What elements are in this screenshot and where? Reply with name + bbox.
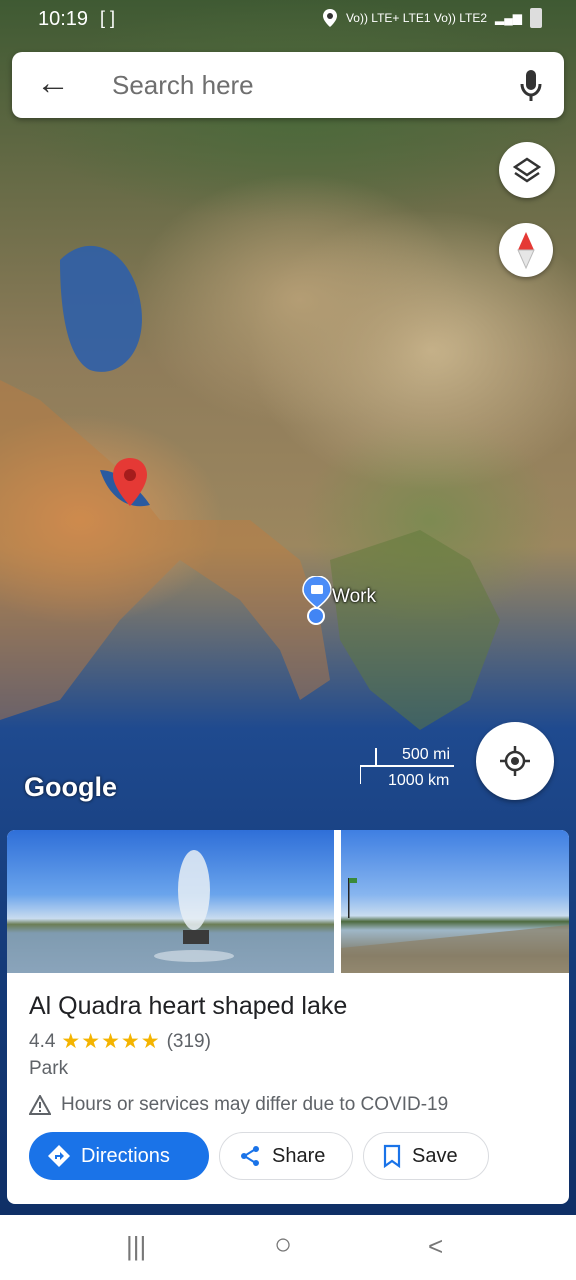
selected-place-pin-icon[interactable] — [112, 457, 148, 507]
lakeshore-photo — [341, 878, 569, 973]
share-label: Share — [272, 1144, 326, 1167]
layers-icon — [513, 157, 541, 183]
compass-button[interactable] — [499, 223, 553, 277]
save-button[interactable]: Save — [363, 1132, 489, 1180]
microphone-icon[interactable] — [518, 68, 544, 104]
save-label: Save — [412, 1144, 458, 1167]
back-button[interactable]: < — [428, 1231, 443, 1262]
layers-button[interactable] — [499, 142, 555, 198]
covid-notice-text: Hours or services may differ due to COVI… — [61, 1094, 449, 1115]
directions-button[interactable]: Directions — [29, 1132, 209, 1180]
scale-km: 1000 km — [388, 772, 450, 789]
warning-icon — [29, 1095, 51, 1115]
signal-text: Vo)) LTE+ LTE1 Vo)) LTE2 — [345, 11, 488, 25]
place-photo-2[interactable] — [341, 830, 569, 973]
work-briefcase-icon — [302, 575, 332, 625]
directions-icon — [48, 1145, 70, 1167]
system-nav-bar: ||| ○ < — [0, 1215, 576, 1280]
battery-icon — [530, 8, 542, 28]
crosshair-icon — [500, 746, 530, 776]
screenshot-frame-icon: [ ] — [100, 8, 116, 28]
place-category: Park — [29, 1058, 69, 1079]
google-logo: Google — [24, 772, 117, 802]
share-icon — [241, 1146, 259, 1166]
covid-notice: Hours or services may differ due to COVI… — [29, 1094, 448, 1116]
review-count: (319) — [166, 1030, 211, 1052]
directions-label: Directions — [81, 1144, 170, 1167]
work-label: Work — [332, 586, 376, 607]
place-card[interactable]: Al Quadra heart shaped lake 4.4 ★★★★★ (3… — [7, 830, 569, 1204]
search-input[interactable]: Search here — [112, 70, 254, 101]
work-marker[interactable]: Work — [302, 575, 376, 631]
status-bar: 10:19 [ ] Vo)) LTE+ LTE1 Vo)) LTE2 ▂▄▆ — [0, 0, 576, 40]
home-button[interactable]: ○ — [274, 1228, 292, 1262]
location-icon — [322, 9, 337, 27]
fountain-photo — [154, 850, 234, 962]
rating-value: 4.4 — [29, 1030, 56, 1052]
status-time: 10:19 — [38, 8, 89, 30]
place-rating[interactable]: 4.4 ★★★★★ (319) — [29, 1029, 211, 1054]
bookmark-icon — [383, 1144, 401, 1168]
compass-icon — [517, 232, 535, 270]
search-bar[interactable]: ← Search here — [12, 52, 564, 118]
place-title: Al Quadra heart shaped lake — [29, 992, 348, 1020]
share-button[interactable]: Share — [219, 1132, 353, 1180]
scale-mi: 500 mi — [402, 746, 451, 763]
recents-button[interactable]: ||| — [126, 1231, 146, 1262]
rating-stars-icon: ★★★★★ — [61, 1030, 161, 1053]
back-arrow-icon[interactable]: ← — [36, 66, 70, 100]
my-location-button[interactable] — [476, 722, 554, 800]
action-buttons: Directions Share Save — [29, 1132, 489, 1180]
signal-bars-icon: ▂▄▆ — [495, 11, 522, 25]
place-photo-1[interactable] — [7, 830, 334, 973]
